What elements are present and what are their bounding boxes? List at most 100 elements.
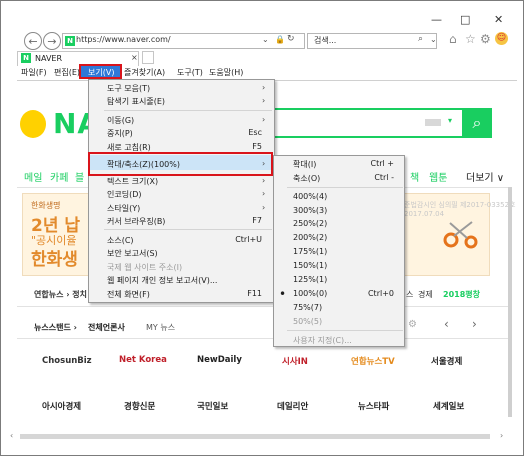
submenu-arrow-icon: › bbox=[262, 115, 266, 124]
shortcut-f7: F7 bbox=[252, 216, 262, 225]
autocomplete-arrow-icon[interactable]: ▾ bbox=[448, 116, 452, 125]
newsstand-title[interactable]: 뉴스스탠드 › bbox=[34, 322, 77, 333]
zoom-300[interactable]: 300%(3) bbox=[293, 206, 327, 215]
menu-edit[interactable]: 편집(E) bbox=[54, 67, 80, 78]
press-logo-chosunbiz[interactable]: ChosunBiz bbox=[42, 356, 92, 366]
horizontal-scrollbar[interactable]: ‹ › bbox=[10, 431, 510, 442]
new-tab-button[interactable] bbox=[142, 51, 154, 64]
menu-item-full-screen[interactable]: 전체 화면(F) bbox=[107, 289, 150, 300]
scroll-right-icon[interactable]: › bbox=[500, 431, 503, 440]
press-logo-sisain[interactable]: 시사IN bbox=[282, 355, 308, 367]
tab-my-news[interactable]: MY 뉴스 bbox=[146, 322, 175, 333]
gear-icon[interactable]: ⚙ bbox=[480, 32, 491, 46]
browser-search-placeholder: 검색... bbox=[314, 36, 337, 45]
shortcut-ctrl-minus: Ctrl - bbox=[374, 173, 394, 182]
vertical-scrollbar[interactable] bbox=[508, 187, 512, 417]
zoom-in[interactable]: 확대(I) bbox=[293, 159, 316, 170]
tab-all-press[interactable]: 전체언론사 bbox=[88, 322, 125, 333]
minimize-button[interactable]: — bbox=[431, 13, 442, 26]
keyboard-icon[interactable] bbox=[425, 119, 441, 126]
press-logo-seoul-economy[interactable]: 서울경제 bbox=[431, 355, 462, 367]
press-logo-netkorea[interactable]: Net Korea bbox=[119, 355, 167, 365]
prev-arrow-icon[interactable]: ‹ bbox=[444, 317, 449, 331]
back-button[interactable]: ← bbox=[24, 32, 42, 50]
maximize-button[interactable]: □ bbox=[460, 13, 470, 26]
press-logo-kyunghyang[interactable]: 경향신문 bbox=[124, 400, 155, 412]
search-icon[interactable]: ⌕ bbox=[418, 34, 423, 44]
zoom-200[interactable]: 200%(2) bbox=[293, 233, 327, 242]
feedback-smiley-icon[interactable]: ☺ bbox=[495, 32, 508, 45]
menu-tools[interactable]: 도구(T) bbox=[177, 67, 203, 78]
menu-item-style[interactable]: 스타일(Y) bbox=[107, 203, 140, 214]
menu-help[interactable]: 도움말(H) bbox=[209, 67, 243, 78]
press-logo-newdaily[interactable]: NewDaily bbox=[197, 355, 242, 365]
naver-bee-logo[interactable] bbox=[20, 110, 46, 138]
zoom-75[interactable]: 75%(7) bbox=[293, 303, 322, 312]
menu-item-caret-browsing[interactable]: 커서 브라우징(B) bbox=[107, 216, 165, 227]
menu-view[interactable]: 보기(V) bbox=[88, 67, 114, 78]
site-favicon: N bbox=[65, 36, 75, 46]
press-logo-asia-economy[interactable]: 아시아경제 bbox=[42, 400, 81, 412]
press-logo-kukmin[interactable]: 국민일보 bbox=[197, 400, 228, 412]
naver-search-button[interactable]: ⌕ bbox=[462, 108, 492, 138]
news-source[interactable]: 연합뉴스 › 정치 bbox=[34, 289, 87, 300]
menu-item-source[interactable]: 소스(C) bbox=[107, 235, 134, 246]
nav-blog[interactable]: 블 bbox=[75, 169, 84, 184]
next-arrow-icon[interactable]: › bbox=[472, 317, 477, 331]
submenu-arrow-icon: › bbox=[262, 159, 266, 168]
lock-icon[interactable]: 🔒 bbox=[275, 35, 285, 44]
menu-item-text-size[interactable]: 텍스트 크기(X) bbox=[107, 176, 158, 187]
press-logo-segye[interactable]: 세계일보 bbox=[433, 400, 464, 412]
zoom-150[interactable]: 150%(1) bbox=[293, 261, 327, 270]
nav-mail[interactable]: 메일 bbox=[24, 169, 42, 184]
favorites-star-icon[interactable]: ☆ bbox=[465, 32, 476, 46]
forward-button[interactable]: → bbox=[43, 32, 61, 50]
press-logo-yonhapnewstv[interactable]: 연합뉴스TV bbox=[351, 355, 395, 367]
horizontal-scroll-thumb[interactable] bbox=[20, 434, 490, 439]
nav-webtoon[interactable]: 웹툰 bbox=[429, 169, 447, 184]
home-icon[interactable]: ⌂ bbox=[449, 32, 457, 46]
scroll-left-icon[interactable]: ‹ bbox=[10, 431, 13, 440]
news-tab-pyeongchang[interactable]: 2018평창 bbox=[443, 289, 480, 300]
refresh-icon[interactable]: ↻ bbox=[287, 34, 295, 44]
menu-item-go-to[interactable]: 이동(G) bbox=[107, 115, 134, 126]
zoom-400[interactable]: 400%(4) bbox=[293, 192, 327, 201]
menu-file[interactable]: 파일(F) bbox=[21, 67, 47, 78]
news-tab-economy[interactable]: 경제 bbox=[418, 289, 433, 300]
submenu-arrow-icon: › bbox=[262, 176, 266, 185]
menu-item-stop[interactable]: 중지(P) bbox=[107, 128, 133, 139]
nav-cafe[interactable]: 카페 bbox=[50, 169, 68, 184]
menu-favorites[interactable]: 즐겨찾기(A) bbox=[124, 67, 165, 78]
news-divider bbox=[17, 306, 512, 307]
tab-close-icon[interactable]: × bbox=[131, 53, 138, 62]
close-button[interactable]: ✕ bbox=[494, 13, 503, 26]
zoom-50: 50%(5) bbox=[293, 317, 323, 326]
zoom-175[interactable]: 175%(1) bbox=[293, 247, 327, 256]
menu-item-security-report[interactable]: 보안 보고서(S) bbox=[107, 248, 158, 259]
settings-gear-icon[interactable]: ⚙ bbox=[408, 319, 417, 330]
menu-separator bbox=[287, 330, 403, 331]
submenu-arrow-icon: › bbox=[262, 96, 266, 105]
zoom-out[interactable]: 축소(O) bbox=[293, 173, 320, 184]
shortcut-ctrl-plus: Ctrl + bbox=[370, 159, 394, 168]
ad-brand: 한화생명 bbox=[31, 201, 61, 210]
menu-item-zoom[interactable]: 확대/축소(Z)(100%) bbox=[107, 159, 180, 170]
nav-book[interactable]: 책 bbox=[410, 169, 419, 184]
dropdown-icon[interactable]: ⌄ bbox=[262, 35, 269, 44]
press-logo-dailian[interactable]: 데일리안 bbox=[277, 400, 308, 412]
nav-more[interactable]: 더보기 ∨ bbox=[466, 169, 504, 184]
menu-item-encoding[interactable]: 인코딩(D) bbox=[107, 189, 141, 200]
news-tab-s[interactable]: 스 bbox=[406, 289, 413, 300]
press-logo-newstapa[interactable]: 뉴스타파 bbox=[358, 400, 389, 412]
zoom-125[interactable]: 125%(1) bbox=[293, 275, 327, 284]
zoom-custom[interactable]: 사용자 지정(C)... bbox=[293, 335, 352, 346]
zoom-250[interactable]: 250%(2) bbox=[293, 219, 327, 228]
menu-item-explorer-bars[interactable]: 탐색기 표시줄(E) bbox=[107, 96, 165, 107]
shortcut-esc: Esc bbox=[248, 128, 262, 137]
zoom-100[interactable]: 100%(0) bbox=[293, 289, 327, 298]
search-dropdown-icon[interactable]: ⌄ bbox=[430, 35, 437, 44]
tab-title: NAVER bbox=[35, 54, 63, 63]
menu-item-privacy-report[interactable]: 웹 페이지 개인 정보 보고서(V)... bbox=[107, 275, 217, 286]
shortcut-f5: F5 bbox=[252, 142, 262, 151]
menu-item-toolbars[interactable]: 도구 모음(T) bbox=[107, 83, 150, 94]
